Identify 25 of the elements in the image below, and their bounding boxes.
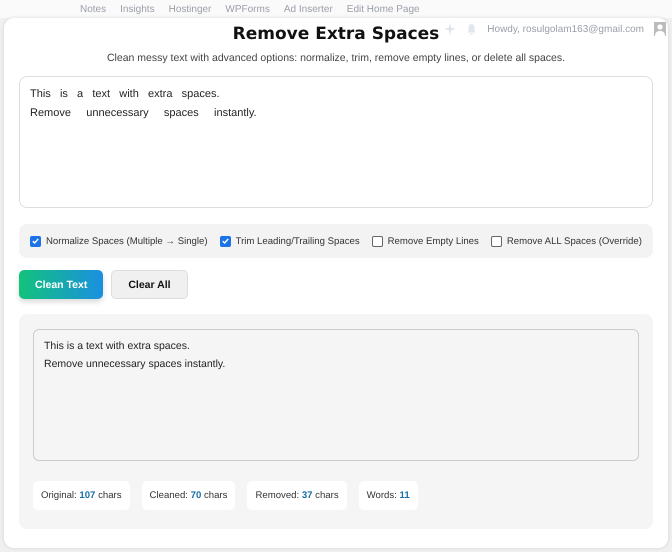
stat-chip: Cleaned: 70 chars [142,481,236,510]
admin-bar-link[interactable]: Edit Home Page [346,4,420,14]
option-label[interactable]: Remove Empty Lines [388,236,479,246]
input-textarea[interactable]: This is a text with extra spaces. Remove unnecessary spaces instantly. [19,76,653,208]
option-label[interactable]: Normalize Spaces (Multiple → Single) [46,236,208,246]
checkbox[interactable] [30,236,41,246]
stat-chip: Words: 11 [358,481,418,510]
page-subtitle: Clean messy text with advanced options: normalize, trim, remove empty lines, or delete all spaces. [106,52,566,64]
page-title: Remove Extra Spaces [232,24,440,44]
checkbox[interactable] [372,236,383,246]
admin-bar-link[interactable]: WPForms [225,4,270,14]
admin-bar-link[interactable]: Notes [80,4,106,14]
admin-bar-link[interactable]: Ad Inserter [284,4,333,14]
option-label[interactable]: Remove ALL Spaces (Override) [506,236,642,246]
clear-button[interactable]: Clear All [111,270,188,299]
stat-chip: Original: 107 chars [33,481,130,510]
greeting-text[interactable]: Howdy, rosulgolam163@gmail.com [487,24,644,34]
checkbox[interactable] [220,236,231,246]
output-textarea[interactable]: This is a text with extra spaces. Remove unnecessary spaces instantly. [33,329,639,461]
checkbox[interactable] [490,236,502,246]
stat-chip: Removed: 37 chars [247,481,347,510]
admin-bar-link[interactable]: Hostinger [168,4,212,14]
option-label[interactable]: Trim Leading/Trailing Spaces [236,236,360,246]
admin-bar-link[interactable]: Insights [120,4,155,14]
clean-button[interactable]: Clean Text [19,270,104,299]
